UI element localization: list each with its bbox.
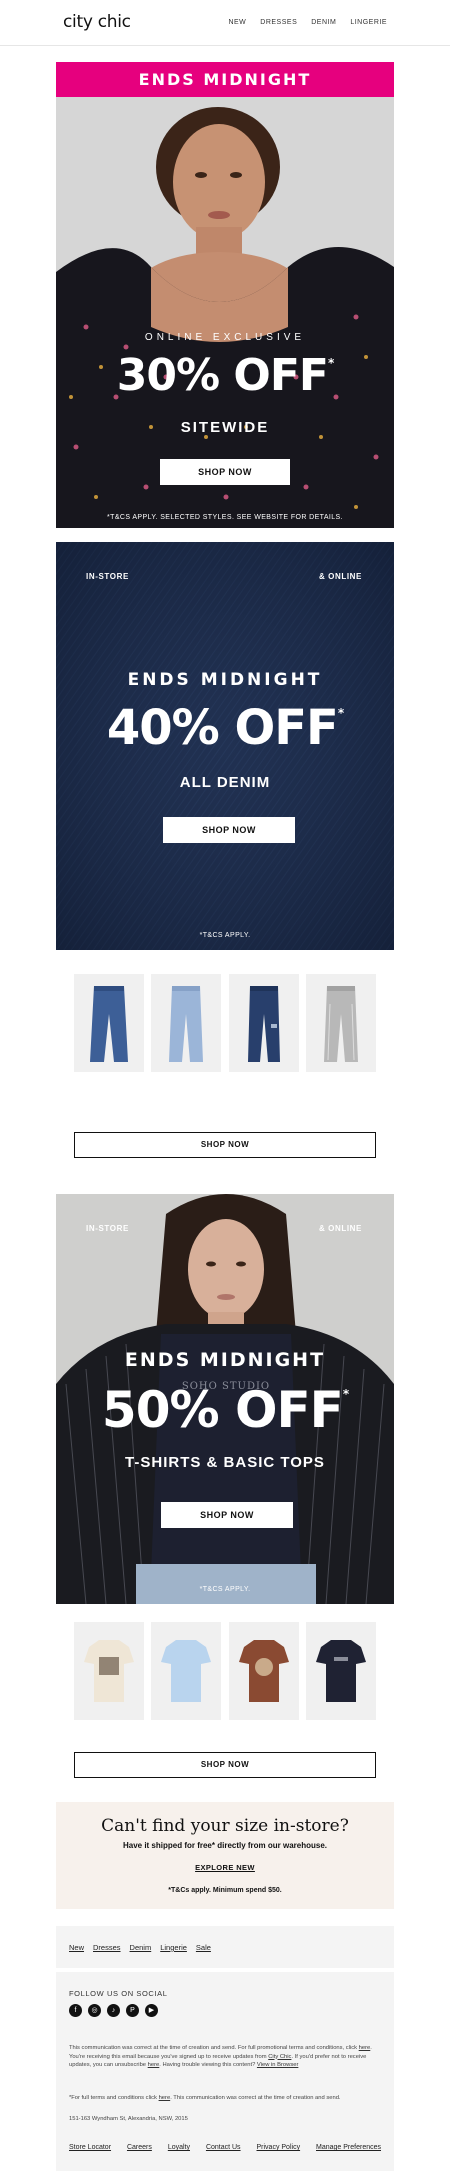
product-tile-navy-tee[interactable] [305, 1622, 376, 1720]
tshirt-image [315, 1640, 366, 1702]
tee-product-row [74, 1622, 376, 1720]
nav-item-lingerie[interactable]: LINGERIE [350, 19, 387, 26]
in-store-tag: IN-STORE [86, 572, 129, 581]
in-store-tag: IN-STORE [86, 1224, 129, 1233]
jeans-image [169, 986, 204, 1062]
asterisk: * [337, 706, 344, 720]
discount-headline: 50% OFF* [56, 1381, 394, 1439]
instagram-icon[interactable]: ◎ [88, 2004, 101, 2017]
shop-now-button[interactable]: SHOP NOW [163, 817, 295, 843]
careers-link[interactable]: Careers [127, 2144, 152, 2151]
legal-text: *For full terms and conditions click [69, 2095, 157, 2101]
legal-text-2: *For full terms and conditions click her… [69, 2094, 381, 2103]
discount-headline: 30% OFF* [56, 350, 394, 401]
footer-link-denim[interactable]: Denim [130, 1943, 152, 1952]
ends-midnight-label: ENDS MIDNIGHT [127, 670, 323, 690]
footer-link-dresses[interactable]: Dresses [93, 1943, 121, 1952]
hero-tshirts-banner[interactable]: SOHO STUDIO IN-STORE & ONLINE ENDS MIDNI… [56, 1194, 394, 1604]
asterisk: * [327, 356, 334, 370]
loyalty-link[interactable]: Loyalty [168, 2144, 190, 2151]
header-nav: NEW DRESSES DENIM LINGERIE [228, 19, 387, 26]
legal-text: . This communication was correct at the … [170, 2095, 341, 2101]
email-page: city chic NEW DRESSES DENIM LINGERIE END… [0, 0, 450, 2177]
shop-now-button[interactable]: SHOP NOW [160, 459, 290, 485]
explore-new-link[interactable]: EXPLORE NEW [56, 1863, 394, 1872]
tshirt-image [238, 1640, 289, 1702]
terms-text: *T&CS APPLY. SELECTED STYLES. SEE WEBSIT… [107, 514, 343, 521]
online-tag: & ONLINE [318, 572, 362, 581]
find-your-size-panel: Can't find your size in-store? Have it s… [56, 1802, 394, 1909]
discount-text: 50% OFF [101, 1381, 344, 1439]
store-locator-link[interactable]: Store Locator [69, 2144, 111, 2151]
terms-link[interactable]: here [359, 2045, 371, 2051]
asterisk: * [342, 1387, 349, 1401]
city-chic-logo[interactable]: city chic [63, 12, 131, 32]
ends-midnight-banner: ENDS MIDNIGHT [56, 62, 394, 97]
legal-text-1: This communication was correct at the ti… [69, 2044, 381, 2070]
shop-now-button[interactable]: SHOP NOW [161, 1502, 293, 1528]
tshirt-image [84, 1640, 134, 1702]
all-denim-label: ALL DENIM [179, 774, 271, 791]
footer-main: FOLLOW US ON SOCIAL f ◎ ♪ P ▶ This commu… [56, 1972, 394, 2171]
shop-now-tees-button[interactable]: SHOP NOW [74, 1752, 376, 1778]
jeans-image [90, 986, 128, 1062]
discount-text: 40% OFF [106, 700, 339, 756]
ends-midnight-label: ENDS MIDNIGHT [124, 1349, 326, 1371]
legal-text: . Having trouble viewing this content? [159, 2062, 256, 2068]
city-chic-link[interactable]: City Chic [268, 2054, 291, 2060]
discount-text: 30% OFF [116, 350, 329, 401]
footer-bottom-links: Store Locator Careers Loyalty Contact Us… [69, 2144, 381, 2151]
denim-product-row [74, 974, 376, 1072]
tshirts-basic-tops-label: T-SHIRTS & BASIC TOPS [125, 1454, 325, 1471]
company-address: 151-163 Wyndham St, Alexandria, NSW, 201… [69, 2116, 188, 2122]
nav-item-denim[interactable]: DENIM [311, 19, 336, 26]
view-in-browser-link[interactable]: View in Browser [257, 2062, 298, 2068]
terms-text: *T&CS APPLY. [199, 1586, 251, 1593]
discount-headline: 40% OFF* [56, 700, 394, 756]
terms-link[interactable]: here [159, 2095, 171, 2101]
footer-nav: New Dresses Denim Lingerie Sale [56, 1926, 394, 1968]
product-tile-light-wash-jeans[interactable] [151, 974, 222, 1072]
footer-link-sale[interactable]: Sale [196, 1943, 211, 1952]
terms-text: *T&CS APPLY. [199, 932, 251, 939]
footer-link-lingerie[interactable]: Lingerie [160, 1943, 187, 1952]
size-panel-subtitle: Have it shipped for free* directly from … [122, 1841, 328, 1850]
follow-us-label: FOLLOW US ON SOCIAL [69, 1989, 168, 1998]
pinterest-icon[interactable]: P [126, 2004, 139, 2017]
manage-preferences-link[interactable]: Manage Preferences [316, 2144, 381, 2151]
facebook-icon[interactable]: f [69, 2004, 82, 2017]
contact-us-link[interactable]: Contact Us [206, 2144, 241, 2151]
hero-sitewide-banner[interactable]: ENDS MIDNIGHT ONLINE EXCLUSIVE 30% OFF* … [56, 62, 394, 528]
youtube-icon[interactable]: ▶ [145, 2004, 158, 2017]
product-tile-wide-leg-jeans[interactable] [74, 974, 144, 1072]
legal-text: This communication was correct at the ti… [69, 2045, 358, 2051]
online-tag: & ONLINE [318, 1224, 362, 1233]
product-tile-graphic-tee-cream[interactable] [74, 1622, 144, 1720]
size-panel-note: *T&Cs apply. Minimum spend $50. [168, 1887, 282, 1894]
jeans-image [247, 986, 280, 1062]
social-icons: f ◎ ♪ P ▶ [69, 2004, 158, 2017]
product-tile-dark-ripped-jeans[interactable] [228, 974, 299, 1072]
footer-link-new[interactable]: New [69, 1943, 84, 1952]
shop-now-denim-button[interactable]: SHOP NOW [74, 1132, 376, 1158]
nav-item-dresses[interactable]: DRESSES [260, 19, 297, 26]
nav-item-new[interactable]: NEW [228, 19, 246, 26]
size-panel-title: Can't find your size in-store? [101, 1816, 349, 1836]
unsubscribe-link[interactable]: here [148, 2062, 160, 2068]
sitewide-label: SITEWIDE [180, 419, 270, 436]
product-tile-brown-graphic-tee[interactable] [228, 1622, 299, 1720]
hero-denim-banner[interactable]: IN-STORE & ONLINE ENDS MIDNIGHT 40% OFF*… [56, 542, 394, 950]
product-tile-light-blue-tee[interactable] [151, 1622, 222, 1720]
product-tile-grey-jeans[interactable] [305, 974, 376, 1072]
tshirt-image [161, 1640, 212, 1702]
jeans-image [323, 986, 358, 1062]
tiktok-icon[interactable]: ♪ [107, 2004, 120, 2017]
email-header: city chic NEW DRESSES DENIM LINGERIE [0, 0, 450, 46]
online-exclusive-label: ONLINE EXCLUSIVE [144, 332, 306, 343]
privacy-policy-link[interactable]: Privacy Policy [257, 2144, 301, 2151]
